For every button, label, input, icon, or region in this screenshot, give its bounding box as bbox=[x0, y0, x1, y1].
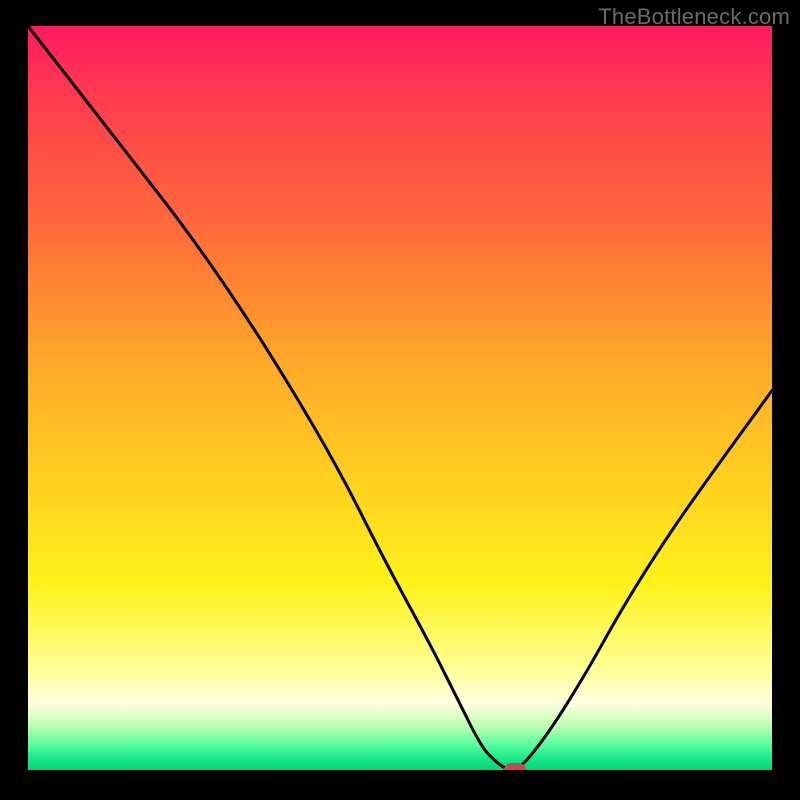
bottleneck-curve bbox=[28, 26, 772, 770]
curve-layer bbox=[28, 26, 772, 770]
plot-area bbox=[28, 26, 772, 770]
chart-frame: TheBottleneck.com bbox=[0, 0, 800, 800]
optimal-marker bbox=[504, 763, 526, 770]
watermark-text: TheBottleneck.com bbox=[598, 4, 790, 30]
